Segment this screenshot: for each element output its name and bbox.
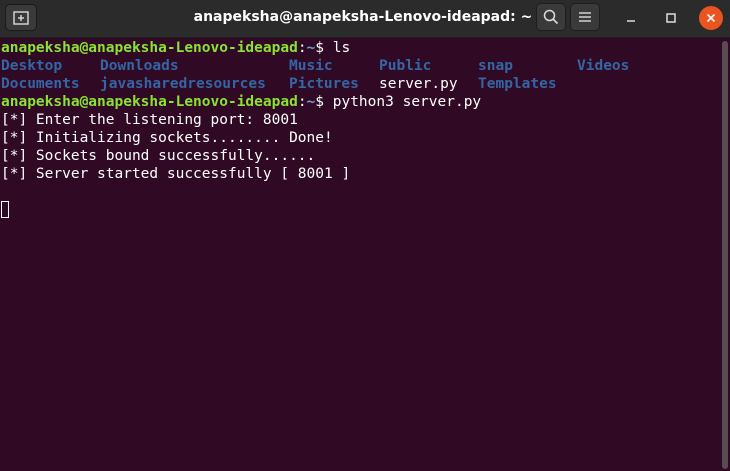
ls-entry: javasharedresources	[100, 76, 266, 92]
prompt-path: ~	[306, 40, 316, 56]
command-text: ls	[324, 40, 351, 56]
minimize-icon	[627, 20, 635, 22]
text-cursor	[1, 201, 9, 218]
ls-entry: Pictures	[289, 76, 359, 92]
menu-button[interactable]	[570, 3, 600, 31]
minimize-button[interactable]	[619, 6, 643, 30]
prompt-user-host: anapeksha@anapeksha-Lenovo-ideapad	[1, 94, 298, 110]
close-button[interactable]	[699, 6, 723, 30]
close-icon	[706, 13, 716, 23]
prompt-user-host: anapeksha@anapeksha-Lenovo-ideapad	[1, 40, 298, 56]
ls-entry-file: server.py	[379, 76, 458, 92]
output-line: [*] Enter the listening port: 8001	[1, 112, 298, 128]
prompt-path: ~	[306, 94, 316, 110]
maximize-icon	[666, 13, 676, 23]
output-line: [*] Initializing sockets........ Done!	[1, 130, 333, 146]
prompt-colon: :	[297, 40, 307, 56]
terminal-output[interactable]: anapeksha@anapeksha-Lenovo-ideapad:~$ ls…	[0, 38, 720, 471]
maximize-button[interactable]	[659, 6, 683, 30]
ls-output-row: Desktop Downloads Music Public snap Vide…	[1, 57, 701, 75]
ls-entry: Public	[379, 58, 432, 74]
ls-entry: Desktop	[1, 58, 63, 74]
new-tab-icon	[13, 10, 29, 25]
new-tab-button[interactable]	[5, 4, 37, 31]
prompt-line-python: anapeksha@anapeksha-Lenovo-ideapad:~$ py…	[1, 93, 481, 111]
ls-entry: Documents	[1, 76, 80, 92]
prompt-symbol: $	[315, 40, 325, 56]
terminal-window: anapeksha@anapeksha-Lenovo-ideapad: ~ an…	[0, 0, 730, 471]
search-icon	[543, 9, 559, 25]
window-title-text: anapeksha@anapeksha-Lenovo-ideapad: ~	[193, 9, 533, 25]
prompt-line-ls: anapeksha@anapeksha-Lenovo-ideapad:~$ ls	[1, 39, 350, 57]
ls-entry: Videos	[577, 58, 630, 74]
output-line: [*] Sockets bound successfully......	[1, 148, 316, 164]
title-bar: anapeksha@anapeksha-Lenovo-ideapad: ~	[0, 0, 730, 38]
search-button[interactable]	[536, 3, 566, 31]
prompt-symbol: $	[315, 94, 325, 110]
ls-entry: Music	[289, 58, 333, 74]
output-line: [*] Server started successfully [ 8001 ]	[1, 166, 351, 182]
hamburger-menu-icon	[579, 12, 591, 22]
prompt-colon: :	[297, 94, 307, 110]
ls-output-row: Documents javasharedresources Pictures s…	[1, 75, 701, 93]
ls-entry: Downloads	[100, 58, 179, 74]
ls-entry: Templates	[478, 76, 557, 92]
command-text: python3 server.py	[324, 94, 482, 110]
ls-entry: snap	[478, 58, 513, 74]
scrollbar[interactable]	[722, 41, 728, 469]
